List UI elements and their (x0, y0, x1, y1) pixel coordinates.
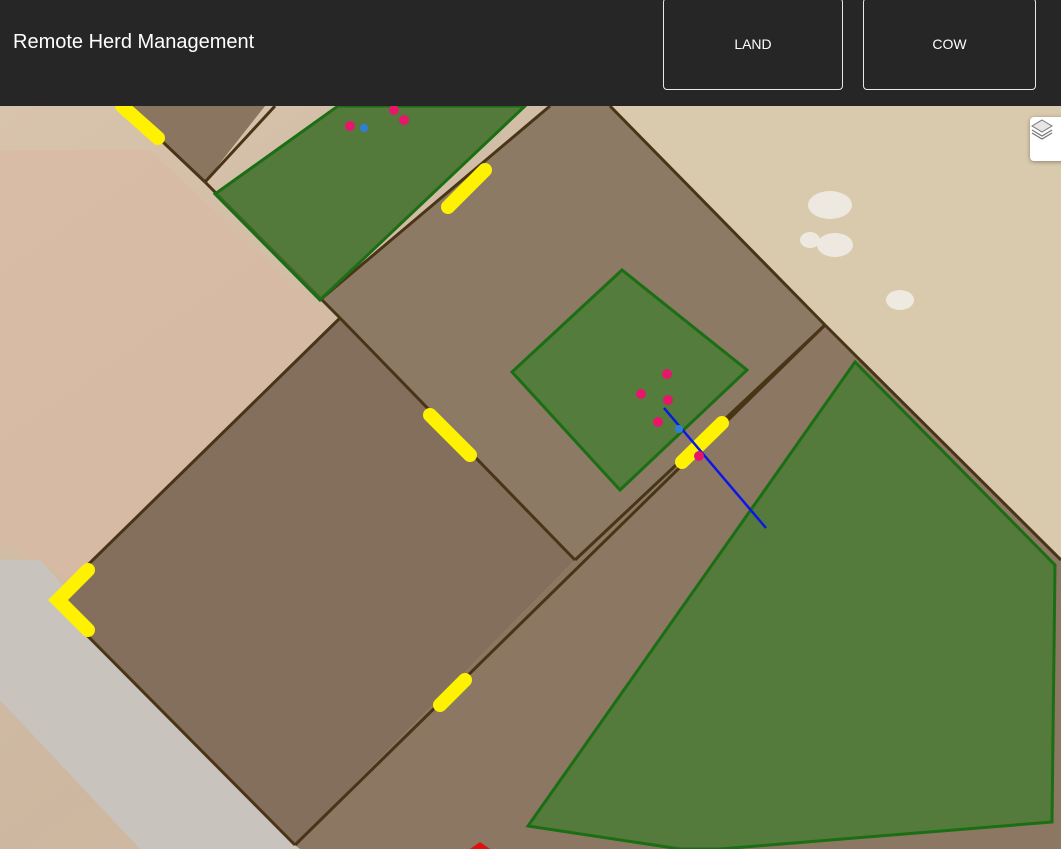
app-title: Remote Herd Management (13, 31, 255, 53)
app-bar: Remote Herd Management LAND COW (0, 0, 1061, 106)
map-view[interactable] (0, 106, 1061, 849)
layers-button[interactable] (1030, 117, 1061, 161)
cow-marker[interactable] (399, 115, 409, 125)
satellite-map (0, 106, 1061, 849)
cow-marker[interactable] (663, 395, 673, 405)
cow-marker[interactable] (694, 451, 704, 461)
device-marker[interactable] (675, 425, 683, 433)
cow-marker[interactable] (662, 369, 672, 379)
layers-icon (1031, 119, 1053, 140)
land-button[interactable]: LAND (663, 0, 843, 90)
cow-marker[interactable] (345, 121, 355, 131)
device-marker[interactable] (360, 124, 368, 132)
cow-marker[interactable] (653, 417, 663, 427)
cow-button[interactable]: COW (863, 0, 1036, 90)
cow-marker[interactable] (636, 389, 646, 399)
